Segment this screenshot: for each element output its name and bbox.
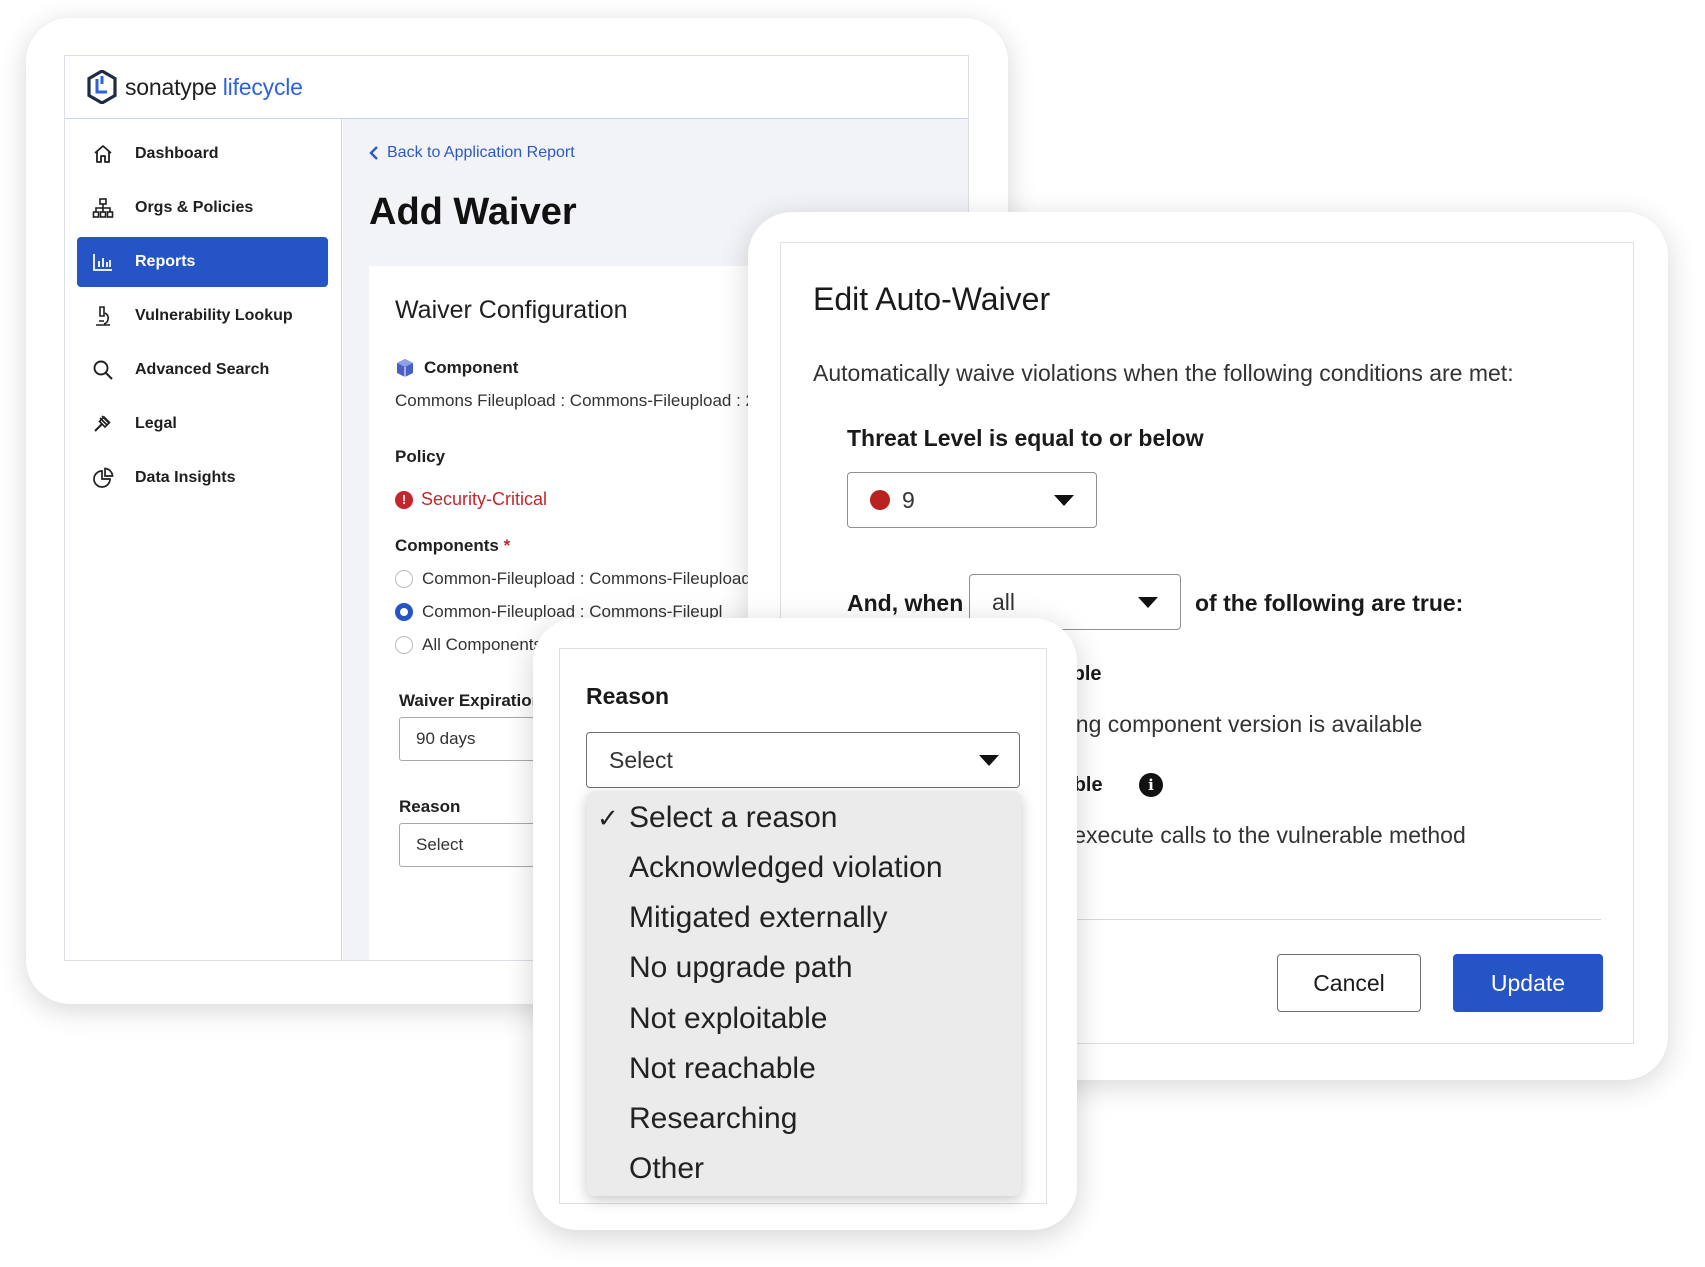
and-when-label: And, when	[847, 590, 964, 616]
alert-icon: !	[395, 490, 413, 509]
org-tree-icon	[91, 196, 115, 220]
microscope-icon	[91, 304, 115, 328]
component-label: Component	[395, 358, 518, 378]
expiration-value: 90 days	[416, 729, 476, 748]
reason-select[interactable]: Select	[586, 732, 1020, 788]
reason-dropdown-card: Reason Select ✓ Select a reason Acknowle…	[533, 618, 1077, 1230]
dialog-description: Automatically waive violations when the …	[813, 360, 1514, 386]
back-link-label: Back to Application Report	[387, 144, 575, 161]
brand-product: lifecycle	[222, 73, 303, 100]
brand-name: sonatype	[125, 73, 217, 100]
reason-label: Reason	[399, 797, 461, 816]
reason-option[interactable]: Mitigated externally	[587, 896, 1021, 940]
sidebar-item-vulnerability-lookup[interactable]: Vulnerability Lookup	[77, 291, 328, 341]
reason-option-label: No upgrade path	[629, 951, 853, 984]
update-button-label: Update	[1490, 969, 1566, 996]
sidebar-item-advanced-search[interactable]: Advanced Search	[77, 345, 328, 395]
policy-name: Security-Critical	[421, 489, 548, 509]
reason-option[interactable]: Not reachable	[587, 1047, 1021, 1091]
gavel-icon	[91, 412, 115, 436]
reason-option-label: Other	[629, 1152, 705, 1185]
reason-option-label: Not reachable	[629, 1052, 816, 1085]
reason-dropdown-panel: Reason Select ✓ Select a reason Acknowle…	[559, 648, 1047, 1204]
threat-level-select[interactable]: 9	[847, 472, 1097, 528]
search-icon	[91, 358, 115, 382]
reason-option-label: Mitigated externally	[629, 901, 888, 934]
sidebar: Dashboard Orgs & Policies Reports Vulner…	[65, 119, 342, 960]
policy-value: ! Security-Critical	[395, 489, 547, 510]
component-option[interactable]: Common-Fileupload : Commons-Fileupload	[395, 569, 751, 589]
reason-label: Reason	[586, 683, 670, 709]
component-option-label: Common-Fileupload : Commons-Fileupload	[422, 569, 751, 588]
reason-value: Select	[416, 835, 464, 854]
threat-level-dot	[870, 490, 890, 510]
caret-down-icon	[1054, 495, 1074, 506]
reason-option[interactable]: No upgrade path	[587, 946, 1021, 990]
caret-down-icon	[979, 755, 999, 766]
sidebar-item-label: Data Insights	[135, 469, 236, 486]
expiration-label: Waiver Expiration	[399, 691, 542, 710]
bar-chart-icon	[91, 250, 115, 274]
component-label-text: Component	[424, 358, 519, 377]
checkmark-icon: ✓	[597, 802, 619, 833]
radio-button-selected[interactable]	[395, 603, 413, 621]
chevron-left-icon	[369, 146, 378, 160]
reason-option[interactable]: Not exploitable	[587, 997, 1021, 1041]
radio-button[interactable]	[395, 570, 413, 588]
following-label: of the following are true:	[1195, 590, 1464, 616]
sidebar-item-dashboard[interactable]: Dashboard	[77, 129, 328, 179]
match-value: all	[992, 588, 1016, 615]
component-value: Commons Fileupload : Commons-Fileupload …	[395, 391, 755, 410]
sidebar-item-orgs-policies[interactable]: Orgs & Policies	[77, 183, 328, 233]
cube-icon	[397, 359, 413, 377]
radio-button[interactable]	[395, 636, 413, 654]
threat-level-value: 9	[902, 486, 915, 513]
section-title: Waiver Configuration	[395, 296, 628, 324]
top-bar: sonatype lifecycle	[65, 56, 968, 119]
reason-option-label: Not exploitable	[629, 1002, 828, 1035]
threat-level-label: Threat Level is equal to or below	[847, 425, 1204, 451]
sidebar-item-label: Vulnerability Lookup	[135, 307, 293, 324]
dialog-title: Edit Auto-Waiver	[813, 281, 1051, 317]
reason-option[interactable]: Other	[587, 1147, 1021, 1191]
components-label-text: Components	[395, 536, 499, 555]
reason-options-menu: ✓ Select a reason Acknowledged violation…	[587, 791, 1021, 1196]
component-option[interactable]: All Components	[395, 635, 542, 655]
caret-down-icon	[1138, 597, 1158, 608]
pie-chart-icon	[91, 466, 115, 490]
condition-description: violating component version is available	[1017, 711, 1423, 737]
reason-option-label: Select a reason	[629, 801, 838, 834]
sidebar-item-label: Reports	[135, 253, 196, 270]
sonatype-logo-icon	[87, 70, 117, 104]
reason-option[interactable]: Acknowledged violation	[587, 846, 1021, 890]
sidebar-item-reports[interactable]: Reports	[77, 237, 328, 287]
reason-select-value: Select	[609, 746, 673, 773]
sidebar-item-label: Legal	[135, 415, 177, 432]
home-icon	[91, 142, 115, 166]
condition-description: s not execute calls to the vulnerable me…	[1017, 822, 1466, 848]
sidebar-item-label: Advanced Search	[135, 361, 270, 378]
cancel-button-label: Cancel	[1313, 969, 1385, 996]
reason-option-label: Researching	[629, 1102, 798, 1135]
components-label: Components *	[395, 536, 510, 556]
policy-label: Policy	[395, 447, 446, 466]
component-option-label: All Components	[422, 635, 543, 654]
required-mark: *	[503, 536, 511, 555]
reason-option[interactable]: ✓ Select a reason	[587, 796, 1021, 840]
back-link[interactable]: Back to Application Report	[369, 144, 575, 162]
reason-option[interactable]: Researching	[587, 1097, 1021, 1141]
brand-logo-text[interactable]: sonatype lifecycle	[125, 74, 303, 101]
sidebar-item-label: Orgs & Policies	[135, 199, 254, 216]
cancel-button[interactable]: Cancel	[1277, 954, 1421, 1012]
sidebar-item-legal[interactable]: Legal	[77, 399, 328, 449]
sidebar-item-label: Dashboard	[135, 145, 219, 162]
reason-option-label: Acknowledged violation	[629, 851, 943, 884]
page-title: Add Waiver	[369, 191, 577, 233]
update-button[interactable]: Update	[1453, 954, 1603, 1012]
info-icon[interactable]: i	[1139, 773, 1163, 797]
sidebar-item-data-insights[interactable]: Data Insights	[77, 453, 328, 503]
